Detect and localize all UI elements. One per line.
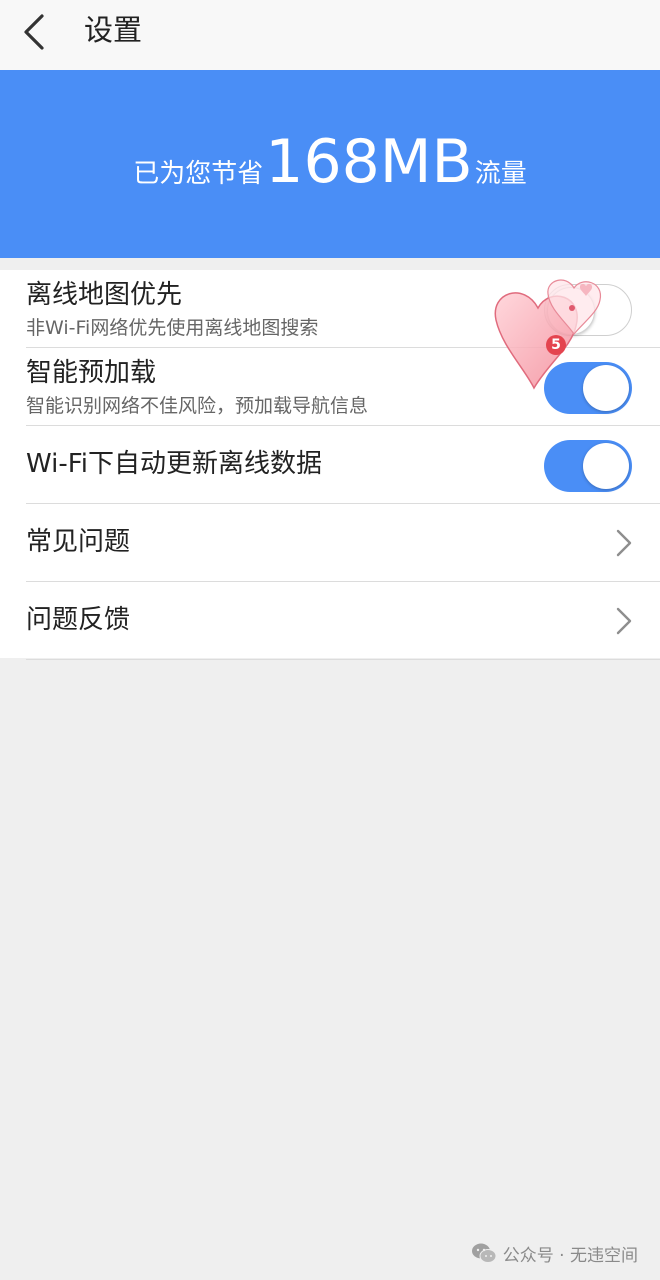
toggle-knob xyxy=(583,443,629,489)
setting-wifi-auto-update: Wi-Fi下自动更新离线数据 xyxy=(0,426,660,504)
back-button[interactable] xyxy=(14,10,58,54)
chevron-right-icon xyxy=(614,606,634,636)
feedback-item[interactable]: 问题反馈 xyxy=(0,582,660,660)
savings-amount: 168MB xyxy=(265,127,473,197)
offline-map-first-toggle[interactable] xyxy=(544,284,632,336)
savings-suffix: 流量 xyxy=(474,159,527,189)
toggle-knob xyxy=(583,365,629,411)
wechat-icon xyxy=(471,1243,497,1263)
setting-offline-map-first: 离线地图优先 非Wi-Fi网络优先使用离线地图搜索 xyxy=(0,270,660,348)
data-savings-banner: 已为您节省168MB流量 xyxy=(0,70,660,258)
feedback-label: 问题反馈 xyxy=(26,605,131,635)
page-title: 设置 xyxy=(84,13,143,47)
watermark: 公众号 · 无违空间 xyxy=(471,1240,638,1266)
setting-subtitle: 非Wi-Fi网络优先使用离线地图搜索 xyxy=(26,317,319,339)
settings-list: 离线地图优先 非Wi-Fi网络优先使用离线地图搜索 智能预加载 智能识别网络不佳… xyxy=(0,270,660,660)
watermark-text: 公众号 · 无违空间 xyxy=(502,1245,638,1266)
chevron-right-icon xyxy=(614,528,634,558)
savings-line: 已为您节省168MB流量 xyxy=(0,132,660,192)
section-gap xyxy=(0,258,660,270)
smart-preload-toggle[interactable] xyxy=(544,362,632,414)
setting-smart-preload: 智能预加载 智能识别网络不佳风险，预加载导航信息 xyxy=(0,348,660,426)
toggle-knob xyxy=(547,287,595,335)
wifi-auto-update-toggle[interactable] xyxy=(544,440,632,492)
chevron-left-icon xyxy=(24,14,44,50)
divider xyxy=(26,659,660,660)
setting-title: 智能预加载 xyxy=(26,358,157,388)
savings-prefix: 已为您节省 xyxy=(133,159,264,189)
faq-item[interactable]: 常见问题 xyxy=(0,504,660,582)
faq-label: 常见问题 xyxy=(26,527,131,557)
top-bar: 设置 xyxy=(0,0,660,70)
setting-subtitle: 智能识别网络不佳风险，预加载导航信息 xyxy=(26,395,369,417)
setting-title: 离线地图优先 xyxy=(26,280,183,310)
setting-title: Wi-Fi下自动更新离线数据 xyxy=(26,449,323,479)
